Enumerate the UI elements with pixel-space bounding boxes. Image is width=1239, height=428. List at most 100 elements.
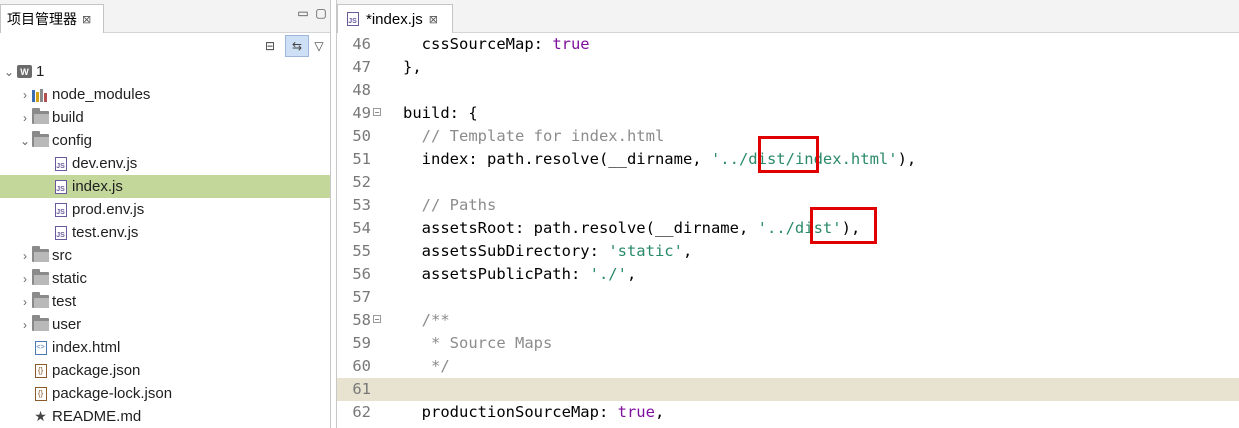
tree-item[interactable]: JS test.env.js — [0, 221, 330, 244]
collapse-all-icon[interactable]: ⊟ — [258, 35, 282, 57]
chevron-down-icon[interactable]: ⌄ — [18, 134, 32, 148]
project-tree: ⌄ W 1 › node_modules › build ⌄ config JS dev.env.j… — [0, 60, 330, 428]
code-text: // Template for index.html — [403, 127, 665, 145]
tree-item-label: build — [52, 109, 84, 126]
view-menu-icon[interactable]: ▽ — [309, 35, 329, 57]
explorer-tab[interactable]: 项目管理器 ⊠ — [0, 4, 104, 33]
code-line[interactable]: 51 index: path.resolve(__dirname, '../di… — [337, 148, 1239, 171]
tree-item-label: package-lock.json — [52, 385, 173, 402]
link-with-editor-icon[interactable]: ⇆ — [285, 35, 309, 57]
tree-item[interactable]: › build — [0, 106, 330, 129]
chevron-right-icon[interactable]: › — [18, 272, 32, 286]
tree-item[interactable]: › node_modules — [0, 83, 330, 106]
tree-item-label: dev.env.js — [72, 155, 138, 172]
tree-item[interactable]: {} package-lock.json — [0, 382, 330, 405]
tree-item-label: index.js — [72, 178, 123, 195]
tree-item-label: test.env.js — [72, 224, 139, 241]
line-number: 54 — [352, 219, 371, 237]
line-number: 53 — [352, 196, 371, 214]
fold-toggle-icon[interactable]: − — [373, 315, 381, 324]
js-file-icon: JS — [52, 225, 69, 240]
code-editor: JS *index.js ⊠ 46 cssSourceMap: true 47},… — [336, 0, 1239, 428]
line-number: 48 — [352, 81, 371, 99]
js-file-icon: JS — [344, 12, 361, 27]
chevron-right-icon[interactable]: › — [18, 295, 32, 309]
code-line[interactable]: 55 assetsSubDirectory: 'static', — [337, 240, 1239, 263]
code-text: // Paths — [403, 196, 497, 214]
tree-item[interactable]: JS index.js — [0, 175, 330, 198]
line-number: 62 — [352, 403, 371, 421]
folder-icon — [32, 108, 49, 125]
tree-item[interactable]: ⌄ config — [0, 129, 330, 152]
tree-item-label: user — [52, 316, 82, 333]
maximize-icon[interactable]: ▢ — [314, 6, 328, 20]
line-number: 57 — [352, 288, 371, 306]
code-line[interactable]: 57 — [337, 286, 1239, 309]
tree-item[interactable]: ⌄ W 1 — [0, 60, 330, 83]
json-file-icon: {} — [32, 386, 49, 401]
code-line[interactable]: 59 * Source Maps — [337, 332, 1239, 355]
tree-item[interactable]: {} package.json — [0, 359, 330, 382]
code-line[interactable]: 48 — [337, 79, 1239, 102]
tree-item[interactable]: JS prod.env.js — [0, 198, 330, 221]
editor-tab-index-js[interactable]: JS *index.js ⊠ — [337, 4, 453, 33]
tree-item[interactable]: › user — [0, 313, 330, 336]
code-text: assetsPublicPath: './', — [403, 265, 637, 283]
html-file-icon: <> — [32, 340, 49, 355]
folder-icon — [32, 131, 49, 148]
line-number: 50 — [352, 127, 371, 145]
tree-item[interactable]: › src — [0, 244, 330, 267]
folder-icon — [32, 292, 49, 309]
explorer-tab-bar: 项目管理器 ⊠ ▭ ▢ — [0, 0, 330, 33]
explorer-toolbar: ⊟ ⇆ ▽ — [0, 33, 330, 59]
close-icon[interactable]: ⊠ — [429, 13, 438, 26]
code-text: /** — [403, 311, 450, 329]
chevron-right-icon[interactable]: › — [18, 318, 32, 332]
code-line[interactable]: 58− /** — [337, 309, 1239, 332]
chevron-down-icon[interactable]: ⌄ — [2, 65, 16, 79]
line-number: 47 — [352, 58, 371, 76]
code-line[interactable]: 56 assetsPublicPath: './', — [337, 263, 1239, 286]
chevron-right-icon[interactable]: › — [18, 111, 32, 125]
tree-item-label: prod.env.js — [72, 201, 145, 218]
code-line[interactable]: 53 // Paths — [337, 194, 1239, 217]
tree-item[interactable]: › test — [0, 290, 330, 313]
code-line[interactable]: 52 — [337, 171, 1239, 194]
chevron-right-icon[interactable]: › — [18, 88, 32, 102]
explorer-tab-title: 项目管理器 — [7, 11, 77, 27]
tree-item[interactable]: <> index.html — [0, 336, 330, 359]
code-area[interactable]: 46 cssSourceMap: true 47}, 48 49− build: {50… — [337, 33, 1239, 424]
tree-item-label: src — [52, 247, 72, 264]
tree-item-label: config — [52, 132, 93, 149]
code-text: build: { — [403, 104, 478, 122]
project-icon: W — [16, 64, 33, 79]
code-line[interactable]: 61 — [337, 378, 1239, 401]
close-icon[interactable]: ⊠ — [82, 13, 91, 26]
tree-item[interactable]: › static — [0, 267, 330, 290]
code-line[interactable]: 50 // Template for index.html — [337, 125, 1239, 148]
tree-item[interactable]: ★ README.md — [0, 405, 330, 428]
code-line[interactable]: 47}, — [337, 56, 1239, 79]
code-text: }, — [403, 58, 422, 76]
code-line[interactable]: 49− build: { — [337, 102, 1239, 125]
line-number: 61 — [352, 380, 371, 398]
code-line[interactable]: 54 assetsRoot: path.resolve(__dirname, '… — [337, 217, 1239, 240]
line-number: 46 — [352, 35, 371, 53]
tree-item-label: static — [52, 270, 88, 287]
minimize-icon[interactable]: ▭ — [296, 6, 310, 20]
fold-toggle-icon[interactable]: − — [373, 108, 381, 117]
code-text: cssSourceMap: true — [403, 35, 590, 53]
js-file-icon: JS — [52, 179, 69, 194]
tree-item-label: test — [52, 293, 77, 310]
folder-icon — [32, 246, 49, 263]
tree-item-label: node_modules — [52, 86, 151, 103]
code-line[interactable]: 60 */ — [337, 355, 1239, 378]
chevron-right-icon[interactable]: › — [18, 249, 32, 263]
line-number: 59 — [352, 334, 371, 352]
code-line[interactable]: 62 productionSourceMap: true, — [337, 401, 1239, 424]
code-line[interactable]: 46 cssSourceMap: true — [337, 33, 1239, 56]
library-folder-icon — [32, 87, 49, 102]
tree-item-label: index.html — [52, 339, 121, 356]
tree-item[interactable]: JS dev.env.js — [0, 152, 330, 175]
code-text: productionSourceMap: true, — [403, 403, 665, 421]
